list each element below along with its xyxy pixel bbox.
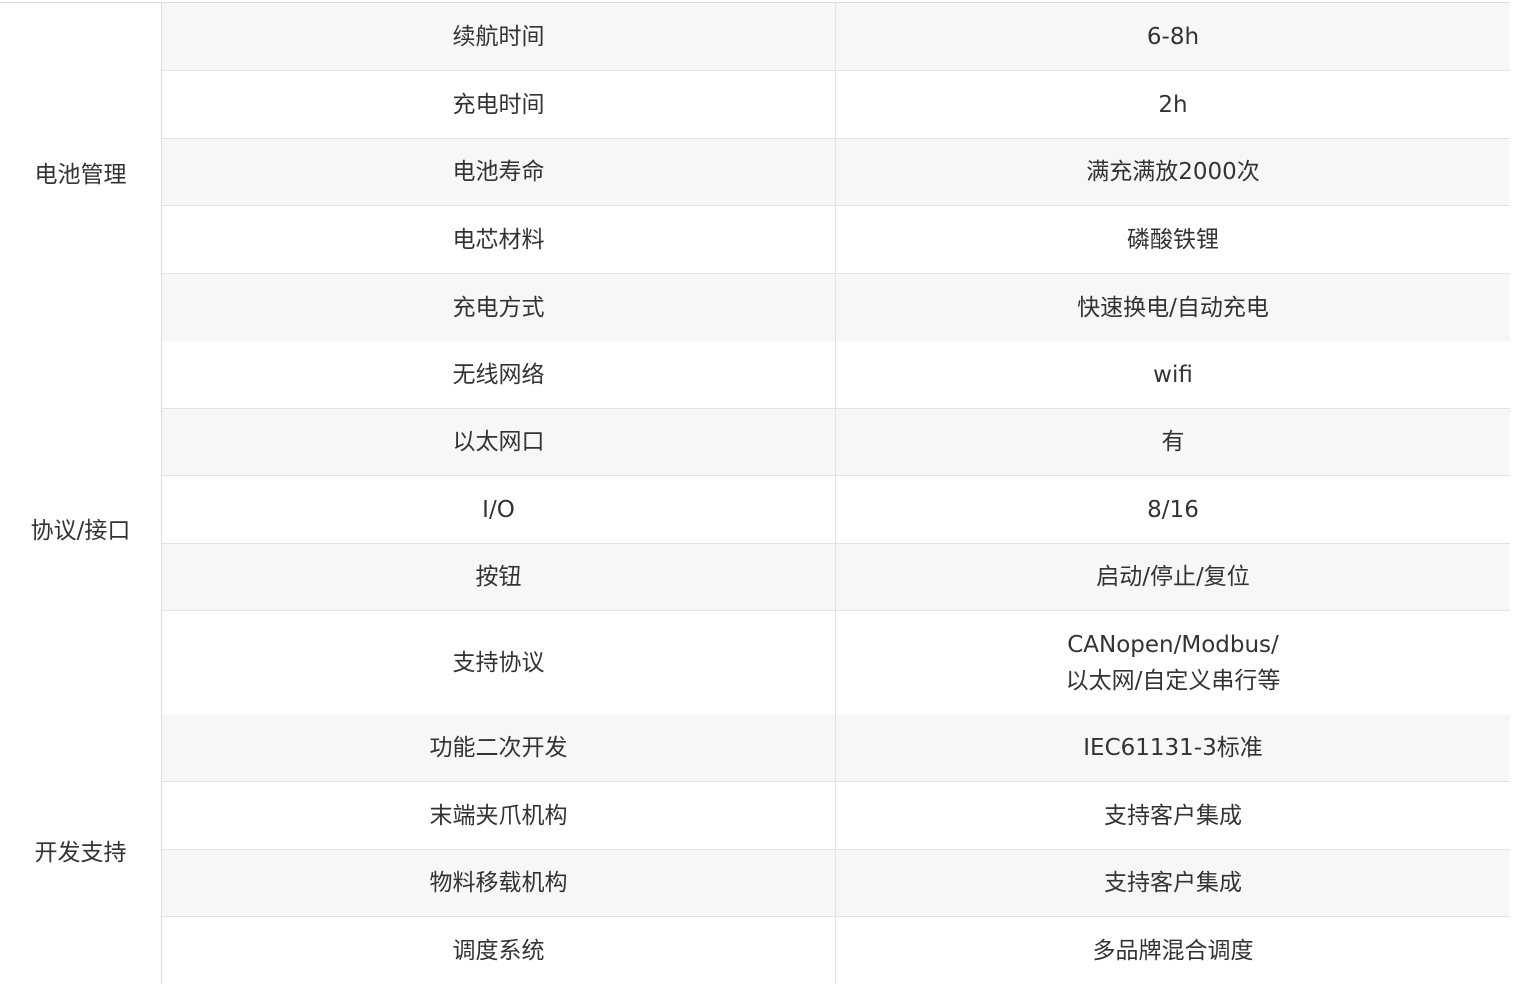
table-row: 续航时间 6-8h <box>162 3 1510 71</box>
spec-value-line: 支持客户集成 <box>1104 802 1242 829</box>
spec-name: 以太网口 <box>162 409 836 475</box>
table-row: 以太网口 有 <box>162 409 1510 476</box>
table-row: 支持协议 CANopen/Modbus/ 以太网/自定义串行等 <box>162 611 1510 715</box>
spec-value: 8/16 <box>836 476 1510 543</box>
group-label: 电池管理 <box>0 3 162 341</box>
spec-value-line: 磷酸铁锂 <box>1127 226 1219 253</box>
spec-value: 6-8h <box>836 3 1510 70</box>
table-row: 按钮 启动/停止/复位 <box>162 544 1510 611</box>
spec-value-line: wifi <box>1153 361 1193 388</box>
spec-value-line: 以太网/自定义串行等 <box>1065 668 1281 694</box>
spec-value-line: 满充满放2000次 <box>1086 159 1260 185</box>
spec-value-line: CANopen/Modbus/ <box>1067 632 1279 658</box>
spec-group-battery: 电池管理 续航时间 6-8h 充电时间 2h 电池寿命 满充满放2000次 电芯… <box>0 3 1510 341</box>
spec-name: 充电方式 <box>162 274 836 341</box>
spec-value: 满充满放2000次 <box>836 139 1510 205</box>
spec-name: 物料移载机构 <box>162 850 836 916</box>
spec-name: 调度系统 <box>162 917 836 984</box>
spec-value: 支持客户集成 <box>836 850 1510 916</box>
spec-name: 电池寿命 <box>162 139 836 205</box>
spec-value-line: 8/16 <box>1147 496 1199 523</box>
table-row: 功能二次开发 IEC61131-3标准 <box>162 715 1510 782</box>
spec-group-interface: 协议/接口 无线网络 wifi 以太网口 有 I/O 8/16 按钮 启动/停止… <box>0 341 1510 715</box>
spec-group-development: 开发支持 功能二次开发 IEC61131-3标准 末端夹爪机构 支持客户集成 物… <box>0 715 1510 984</box>
group-rows: 无线网络 wifi 以太网口 有 I/O 8/16 按钮 启动/停止/复位 支持… <box>162 341 1510 715</box>
spec-value: 有 <box>836 409 1510 475</box>
spec-name: 末端夹爪机构 <box>162 782 836 849</box>
group-label: 协议/接口 <box>0 341 162 715</box>
spec-name: 无线网络 <box>162 341 836 408</box>
table-row: 充电方式 快速换电/自动充电 <box>162 274 1510 341</box>
spec-value-line: 支持客户集成 <box>1104 870 1242 896</box>
table-row: 调度系统 多品牌混合调度 <box>162 917 1510 984</box>
spec-value-line: 6-8h <box>1146 23 1200 50</box>
spec-value-line: 有 <box>1161 429 1185 455</box>
group-rows: 续航时间 6-8h 充电时间 2h 电池寿命 满充满放2000次 电芯材料 磷酸… <box>162 3 1510 341</box>
table-row: I/O 8/16 <box>162 476 1510 544</box>
spec-name: 电芯材料 <box>162 206 836 273</box>
spec-name: 功能二次开发 <box>162 715 836 781</box>
spec-value: wifi <box>836 341 1510 408</box>
spec-value-line: 快速换电/自动充电 <box>1077 294 1269 321</box>
spec-value: 支持客户集成 <box>836 782 1510 849</box>
spec-name: I/O <box>162 476 836 543</box>
spec-name: 支持协议 <box>162 611 836 715</box>
spec-value: 启动/停止/复位 <box>836 544 1510 610</box>
spec-value-line: 启动/停止/复位 <box>1096 564 1250 590</box>
spec-name: 续航时间 <box>162 3 836 70</box>
spec-value-line: 2h <box>1158 91 1188 118</box>
table-row: 电芯材料 磷酸铁锂 <box>162 206 1510 274</box>
group-label: 开发支持 <box>0 715 162 984</box>
spec-name: 充电时间 <box>162 71 836 138</box>
table-row: 无线网络 wifi <box>162 341 1510 409</box>
spec-value: CANopen/Modbus/ 以太网/自定义串行等 <box>836 611 1510 715</box>
table-row: 充电时间 2h <box>162 71 1510 139</box>
spec-value: 磷酸铁锂 <box>836 206 1510 273</box>
table-row: 末端夹爪机构 支持客户集成 <box>162 782 1510 850</box>
spec-value: 多品牌混合调度 <box>836 917 1510 984</box>
spec-value: 快速换电/自动充电 <box>836 274 1510 341</box>
table-row: 物料移载机构 支持客户集成 <box>162 850 1510 917</box>
group-rows: 功能二次开发 IEC61131-3标准 末端夹爪机构 支持客户集成 物料移载机构… <box>162 715 1510 984</box>
spec-name: 按钮 <box>162 544 836 610</box>
spec-value-line: 多品牌混合调度 <box>1092 937 1254 964</box>
table-row: 电池寿命 满充满放2000次 <box>162 139 1510 206</box>
spec-value: IEC61131-3标准 <box>836 715 1510 781</box>
spec-value: 2h <box>836 71 1510 138</box>
spec-value-line: IEC61131-3标准 <box>1083 735 1263 761</box>
